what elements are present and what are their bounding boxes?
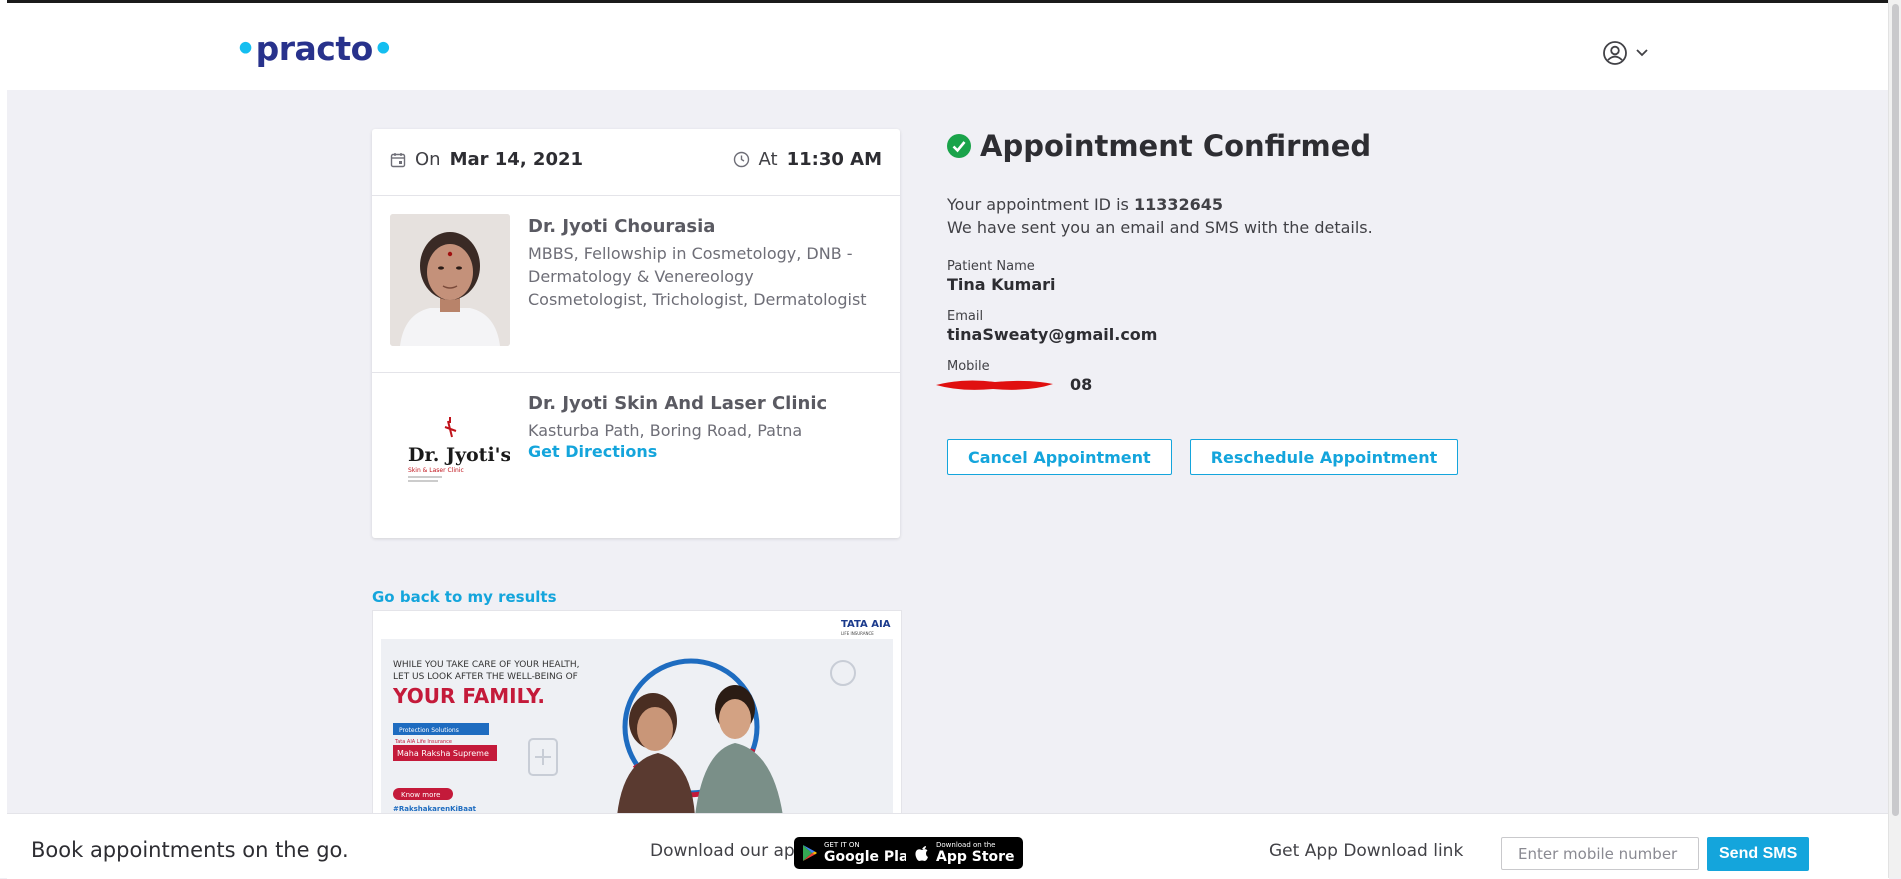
clinic-logo: Dr. Jyoti's Skin & Laser Clinic [390, 409, 511, 499]
send-sms-button[interactable]: Send SMS [1707, 837, 1810, 871]
clinic-address: Kasturba Path, Boring Road, Patna [528, 421, 803, 440]
clinic-section: Dr. Jyoti's Skin & Laser Clinic Dr. Jyot… [372, 373, 900, 539]
patient-name-label: Patient Name [947, 259, 1035, 274]
appointment-actions: Cancel Appointment Reschedule Appointmen… [947, 439, 1459, 475]
apple-icon [915, 846, 928, 861]
time-prefix: At [758, 149, 778, 170]
check-circle-icon [947, 134, 971, 158]
ad-banner[interactable]: TATA AIA LIFE INSURANCE WHILE YOU TAKE C… [372, 610, 902, 817]
mobile-visible-digits: 08 [1070, 375, 1093, 394]
back-to-results-link[interactable]: Go back to my results [372, 588, 557, 606]
ad-brand: TATA AIA [841, 619, 891, 630]
google-play-icon [803, 845, 817, 861]
ad-badge-top: Protection Solutions [399, 727, 459, 734]
time-value: 11:30 AM [786, 149, 882, 170]
doctor-section: Dr. Jyoti Chourasia MBBS, Fellowship in … [372, 196, 900, 373]
appointment-card: On Mar 14, 2021 At 11:30 AM Dr. Jyoti Ch… [372, 129, 900, 538]
app-download-footer: Book appointments on the go. Download ou… [7, 813, 1889, 879]
app-store-big-text: App Store [936, 849, 1015, 865]
redaction-mark [936, 380, 1053, 390]
mobile-number-input[interactable] [1501, 837, 1699, 870]
get-app-link-label: Get App Download link [1269, 841, 1464, 861]
site-header: •practo• [7, 3, 1889, 90]
appointment-id: 11332645 [1133, 195, 1223, 214]
patient-name-value: Tina Kumari [947, 275, 1056, 294]
appointment-id-line: Your appointment ID is 11332645 [947, 193, 1507, 216]
calendar-icon [390, 152, 406, 167]
ad-cta: Know more [401, 791, 440, 799]
practo-logo[interactable]: •practo• [235, 29, 394, 68]
download-app-label: Download our app [650, 841, 806, 861]
clinic-logo-text: Dr. Jyoti's [408, 444, 510, 466]
mobile-value: 08 [936, 374, 1507, 395]
date-prefix: On [415, 149, 441, 170]
reschedule-appointment-button[interactable]: Reschedule Appointment [1189, 439, 1459, 475]
google-play-big-text: Google Play [824, 849, 918, 865]
appointment-datetime: On Mar 14, 2021 At 11:30 AM [372, 129, 900, 196]
ad-badge-company: Tata AIA Life Insurance [394, 739, 452, 745]
clinic-name[interactable]: Dr. Jyoti Skin And Laser Clinic [528, 393, 827, 414]
appointment-id-prefix: Your appointment ID is [947, 195, 1129, 214]
ad-line2: LET US LOOK AFTER THE WELL-BEING OF [393, 672, 578, 682]
confirmation-details: Your appointment ID is 11332645 We have … [936, 193, 1507, 395]
app-store-small-text: Download on the [936, 841, 996, 849]
page-left-edge [0, 0, 7, 878]
ad-badge-product: Maha Raksha Supreme [397, 749, 489, 758]
sent-message: We have sent you an email and SMS with t… [947, 218, 1373, 237]
user-menu[interactable] [1602, 40, 1648, 66]
ad-headline: YOUR FAMILY. [392, 684, 545, 708]
ad-hashtag: #RakshakarenKiBaat [393, 805, 477, 813]
footer-tagline: Book appointments on the go. [31, 838, 349, 862]
cancel-appointment-button[interactable]: Cancel Appointment [947, 439, 1172, 475]
clinic-logo-subtext: Skin & Laser Clinic [408, 467, 464, 474]
ad-brand-sub: LIFE INSURANCE [841, 631, 874, 636]
doctor-specialties: Cosmetologist, Trichologist, Dermatologi… [528, 290, 867, 309]
email-label: Email [947, 309, 984, 324]
user-circle-icon [1603, 41, 1627, 65]
clinic-info: Dr. Jyoti Skin And Laser Clinic Kasturba… [528, 393, 827, 461]
scrollbar-thumb[interactable] [1892, 4, 1899, 816]
get-directions-link[interactable]: Get Directions [528, 442, 827, 461]
email-value: tinaSweaty@gmail.com [947, 325, 1158, 344]
doctor-name[interactable]: Dr. Jyoti Chourasia [528, 216, 878, 237]
date-value: Mar 14, 2021 [449, 149, 584, 170]
confirmation-title: Appointment Confirmed [980, 129, 1372, 163]
appointment-time: At 11:30 AM [733, 149, 882, 170]
page-scrollbar[interactable] [1888, 0, 1901, 878]
clock-icon [733, 151, 749, 168]
doctor-qualifications: MBBS, Fellowship in Cosmetology, DNB - D… [528, 244, 853, 286]
mobile-label: Mobile [947, 359, 990, 374]
doctor-info: Dr. Jyoti Chourasia MBBS, Fellowship in … [528, 216, 878, 311]
ad-line1: WHILE YOU TAKE CARE OF YOUR HEALTH, [393, 660, 580, 670]
chevron-down-icon [1636, 49, 1648, 57]
app-store-button[interactable]: Download on the App Store [906, 837, 1023, 869]
google-play-small-text: GET IT ON [824, 841, 860, 849]
confirmation-header: Appointment Confirmed [947, 129, 1371, 163]
doctor-photo [390, 214, 510, 346]
appointment-date: On Mar 14, 2021 [390, 149, 583, 170]
